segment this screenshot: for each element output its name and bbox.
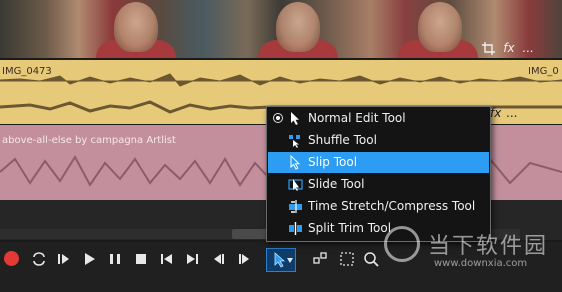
more-icon[interactable]: ... (506, 106, 517, 120)
menu-item-label: Shuffle Tool (308, 133, 377, 147)
pause-icon[interactable] (106, 250, 124, 268)
watermark-title: 当下软件园 (428, 234, 549, 259)
menu-item-label: Slide Tool (308, 177, 365, 191)
menu-item-time-stretch-compress-tool[interactable]: Time Stretch/Compress Tool (268, 196, 489, 217)
snapping-icon[interactable] (312, 250, 330, 268)
arrow-cursor-icon (274, 252, 286, 268)
watermark: 当下软件园 www.downxia.com (380, 224, 562, 284)
menu-item-slide-tool[interactable]: Slide Tool (268, 174, 489, 195)
loop-icon[interactable] (30, 250, 48, 268)
prev-frame-icon[interactable] (210, 250, 228, 268)
clip-frame-icons: fx ... (482, 40, 534, 56)
chevron-down-icon (287, 258, 293, 263)
thumbnail-face (114, 2, 158, 52)
next-frame-icon[interactable] (235, 250, 253, 268)
menu-item-label: Slip Tool (308, 155, 358, 169)
fx-icon[interactable]: fx (490, 106, 501, 120)
fx-icon[interactable]: fx (503, 41, 514, 55)
more-icon[interactable]: ... (523, 41, 534, 55)
thumbnail-face (276, 2, 320, 52)
checked-radio-icon (273, 113, 283, 123)
arrow-cursor-icon (291, 112, 299, 125)
audio-waveform (0, 73, 562, 87)
video-track-thumbnails[interactable] (0, 0, 562, 58)
record-icon[interactable] (4, 251, 19, 266)
slip-cursor-icon (290, 155, 301, 170)
selection-box-icon[interactable] (338, 250, 356, 268)
thumbnail-face (418, 2, 462, 52)
menu-item-label: Split Trim Tool (308, 221, 392, 235)
menu-item-label: Time Stretch/Compress Tool (308, 199, 476, 213)
clip-label-music: above-all-else by campagna Artlist (2, 135, 176, 146)
watermark-logo (384, 226, 420, 262)
time-stretch-icon (289, 200, 302, 213)
zoom-icon[interactable] (362, 250, 380, 268)
menu-item-shuffle-tool[interactable]: Shuffle Tool (268, 130, 489, 151)
crop-icon[interactable] (482, 41, 496, 55)
shuffle-icon (289, 135, 300, 148)
slide-icon (288, 179, 303, 191)
edit-tool-dropdown[interactable] (266, 248, 296, 272)
menu-item-normal-edit-tool[interactable]: Normal Edit Tool (268, 108, 489, 129)
split-trim-icon (289, 222, 302, 235)
play-from-start-icon[interactable] (55, 250, 73, 268)
watermark-url: www.downxia.com (434, 258, 528, 269)
go-to-start-icon[interactable] (158, 250, 176, 268)
edit-tool-menu: Normal Edit Tool Shuffle Tool Slip Tool … (266, 106, 491, 242)
play-icon[interactable] (80, 250, 98, 268)
go-to-end-icon[interactable] (183, 250, 201, 268)
stop-icon[interactable] (132, 250, 150, 268)
menu-item-label: Normal Edit Tool (308, 111, 406, 125)
menu-item-slip-tool[interactable]: Slip Tool (268, 152, 489, 173)
